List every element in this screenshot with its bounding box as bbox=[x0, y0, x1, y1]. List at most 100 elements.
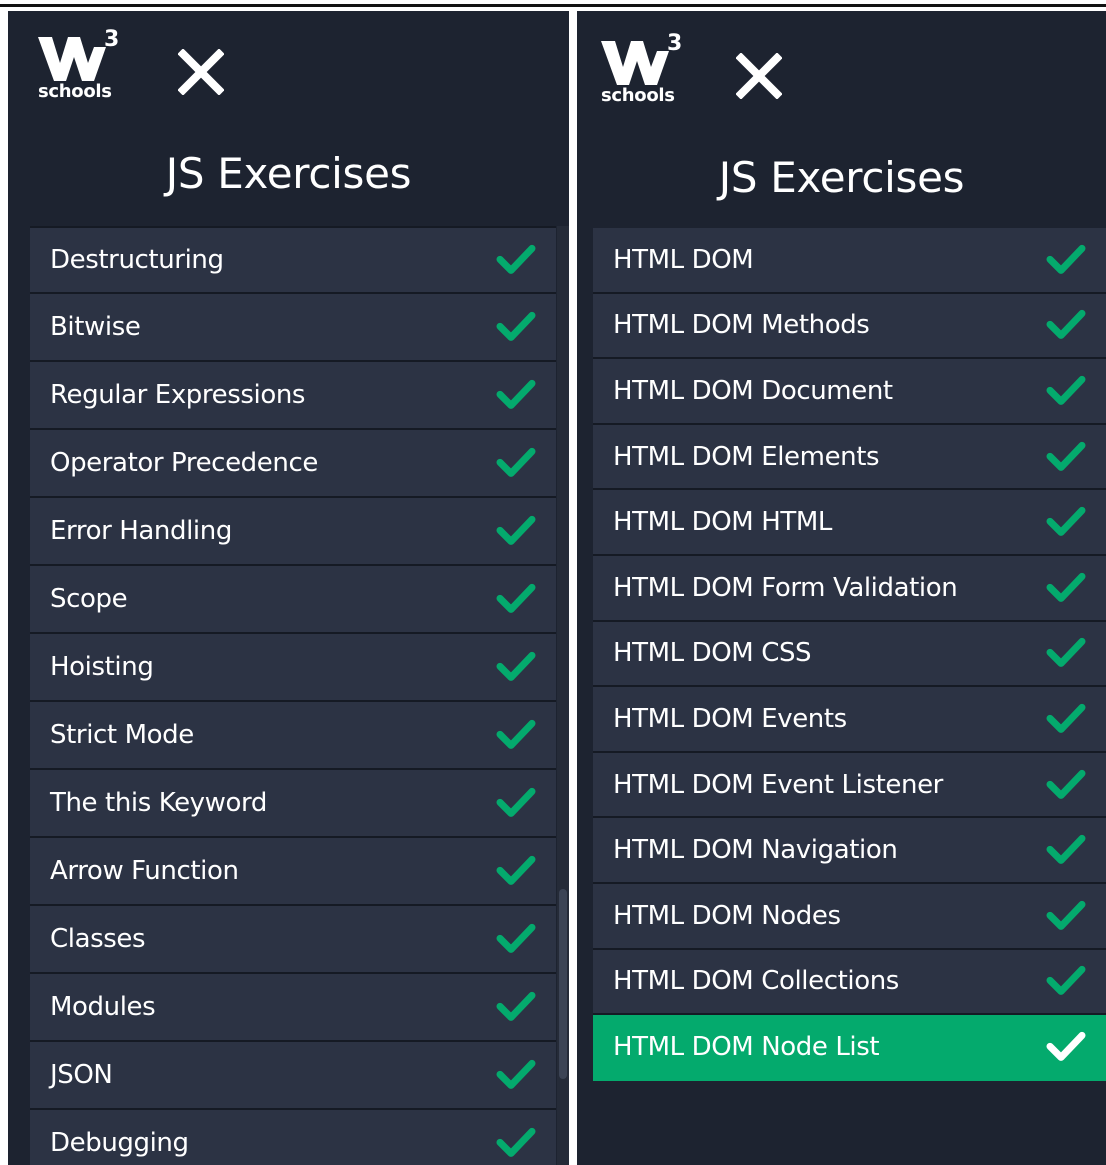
logo-wordmark: schools bbox=[601, 85, 675, 106]
exercise-label: HTML DOM Form Validation bbox=[613, 572, 958, 603]
exercise-label: Arrow Function bbox=[50, 856, 239, 886]
exercise-label: Operator Precedence bbox=[50, 448, 318, 478]
checkmark-icon bbox=[1046, 570, 1086, 602]
exercise-label: Modules bbox=[50, 992, 156, 1022]
exercise-list-item[interactable]: HTML DOM Events bbox=[593, 687, 1106, 753]
top-border-line bbox=[0, 4, 1106, 7]
checkmark-icon bbox=[1046, 505, 1086, 537]
menu-title: JS Exercises bbox=[165, 149, 412, 198]
exercise-list-item[interactable]: HTML DOM Node List bbox=[593, 1015, 1106, 1081]
exercise-list-item[interactable]: HTML DOM Elements bbox=[593, 424, 1106, 491]
exercise-list-item[interactable]: Error Handling bbox=[30, 498, 556, 566]
exercise-list-item[interactable]: HTML DOM Event Listener bbox=[593, 752, 1106, 819]
checkmark-icon bbox=[496, 649, 536, 681]
checkmark-icon bbox=[1046, 636, 1086, 668]
exercise-label: Regular Expressions bbox=[50, 380, 306, 410]
exercise-list-item[interactable]: HTML DOM Document bbox=[593, 359, 1106, 425]
exercise-list-item[interactable]: HTML DOM CSS bbox=[593, 621, 1106, 688]
exercise-list: HTML DOM HTML DOM Methods HTML DOM Documen… bbox=[593, 228, 1106, 1081]
exercise-label: HTML DOM Events bbox=[613, 703, 847, 734]
exercise-list-item[interactable]: Bitwise bbox=[30, 294, 556, 362]
exercise-list-item[interactable]: HTML DOM Collections bbox=[593, 949, 1106, 1016]
checkmark-icon bbox=[496, 921, 536, 953]
exercise-label: Bitwise bbox=[50, 312, 141, 342]
checkmark-icon bbox=[1046, 767, 1086, 799]
exercise-list-item[interactable]: HTML DOM Navigation bbox=[593, 818, 1106, 884]
checkmark-icon bbox=[496, 1057, 536, 1089]
left-exercise-menu: 3 schools JS Exercises Destructuring Bitw… bbox=[8, 11, 569, 1165]
exercise-list-item[interactable]: HTML DOM HTML bbox=[593, 490, 1106, 556]
exercise-list-item[interactable]: HTML DOM Methods bbox=[593, 293, 1106, 360]
exercise-list-item[interactable]: HTML DOM Nodes bbox=[593, 883, 1106, 950]
exercise-label: Destructuring bbox=[50, 245, 224, 275]
exercise-list-item[interactable]: Hoisting bbox=[30, 634, 556, 702]
exercise-label: HTML DOM bbox=[613, 244, 754, 275]
logo-wordmark: schools bbox=[38, 81, 112, 102]
checkmark-icon bbox=[1046, 439, 1086, 471]
checkmark-icon bbox=[1046, 1029, 1086, 1061]
exercise-label: JSON bbox=[50, 1060, 113, 1090]
exercise-list-item[interactable]: Scope bbox=[30, 566, 556, 634]
exercise-label: HTML DOM Navigation bbox=[613, 835, 898, 866]
exercise-label: Debugging bbox=[50, 1128, 189, 1158]
exercise-label: Classes bbox=[50, 924, 146, 954]
checkmark-icon bbox=[496, 1125, 536, 1157]
checkmark-icon bbox=[496, 242, 536, 274]
w3schools-logo[interactable]: 3 schools bbox=[38, 27, 128, 113]
close-icon bbox=[736, 53, 782, 99]
scrollbar-thumb[interactable] bbox=[559, 889, 567, 1079]
w3-logo-mark-icon bbox=[38, 37, 106, 81]
checkmark-icon bbox=[496, 445, 536, 477]
exercise-label: HTML DOM Nodes bbox=[613, 900, 841, 931]
exercise-list-item[interactable]: Classes bbox=[30, 906, 556, 974]
exercise-label: HTML DOM Methods bbox=[613, 310, 870, 341]
checkmark-icon bbox=[1046, 242, 1086, 274]
checkmark-icon bbox=[496, 377, 536, 409]
checkmark-icon bbox=[1046, 833, 1086, 865]
menu-title: JS Exercises bbox=[718, 153, 965, 202]
exercise-list-item[interactable]: HTML DOM bbox=[593, 228, 1106, 294]
close-menu-button[interactable] bbox=[736, 53, 782, 99]
w3-logo-mark-icon bbox=[601, 41, 669, 85]
exercise-list-item[interactable]: Modules bbox=[30, 974, 556, 1042]
checkmark-icon bbox=[496, 989, 536, 1021]
checkmark-icon bbox=[496, 785, 536, 817]
exercise-label: HTML DOM Elements bbox=[613, 441, 880, 472]
right-exercise-menu: 3 schools JS Exercises HTML DOM HTML DOM … bbox=[577, 11, 1106, 1165]
exercise-label: HTML DOM CSS bbox=[613, 638, 812, 669]
exercise-list-item[interactable]: Operator Precedence bbox=[30, 430, 556, 498]
exercise-label: HTML DOM Event Listener bbox=[613, 769, 943, 800]
checkmark-icon bbox=[496, 853, 536, 885]
exercise-label: HTML DOM HTML bbox=[613, 507, 832, 538]
exercise-list-item[interactable]: Regular Expressions bbox=[30, 362, 556, 430]
checkmark-icon bbox=[1046, 898, 1086, 930]
checkmark-icon bbox=[496, 581, 536, 613]
exercise-list-item[interactable]: The this Keyword bbox=[30, 770, 556, 838]
exercise-list: Destructuring Bitwise Regular Expressions O… bbox=[30, 226, 556, 1165]
logo-superscript: 3 bbox=[667, 31, 683, 56]
exercise-label: Strict Mode bbox=[50, 720, 194, 750]
exercise-list-item[interactable]: JSON bbox=[30, 1042, 556, 1110]
exercise-list-item[interactable]: Destructuring bbox=[30, 226, 556, 294]
checkmark-icon bbox=[496, 513, 536, 545]
close-icon bbox=[178, 49, 224, 95]
exercise-list-item[interactable]: Debugging bbox=[30, 1110, 556, 1165]
exercise-list-item[interactable]: Strict Mode bbox=[30, 702, 556, 770]
checkmark-icon bbox=[1046, 373, 1086, 405]
checkmark-icon bbox=[1046, 308, 1086, 340]
w3schools-logo[interactable]: 3 schools bbox=[601, 31, 691, 117]
checkmark-icon bbox=[496, 717, 536, 749]
logo-superscript: 3 bbox=[104, 27, 120, 52]
exercise-label: Error Handling bbox=[50, 516, 232, 546]
exercise-label: The this Keyword bbox=[50, 788, 267, 818]
exercise-label: HTML DOM Node List bbox=[613, 1031, 880, 1062]
checkmark-icon bbox=[1046, 964, 1086, 996]
exercise-list-item[interactable]: HTML DOM Form Validation bbox=[593, 555, 1106, 622]
exercise-label: HTML DOM Document bbox=[613, 375, 893, 406]
close-menu-button[interactable] bbox=[178, 49, 224, 95]
exercise-list-item[interactable]: Arrow Function bbox=[30, 838, 556, 906]
checkmark-icon bbox=[496, 309, 536, 341]
exercise-label: Scope bbox=[50, 584, 128, 614]
exercise-label: HTML DOM Collections bbox=[613, 966, 899, 997]
exercise-label: Hoisting bbox=[50, 652, 154, 682]
